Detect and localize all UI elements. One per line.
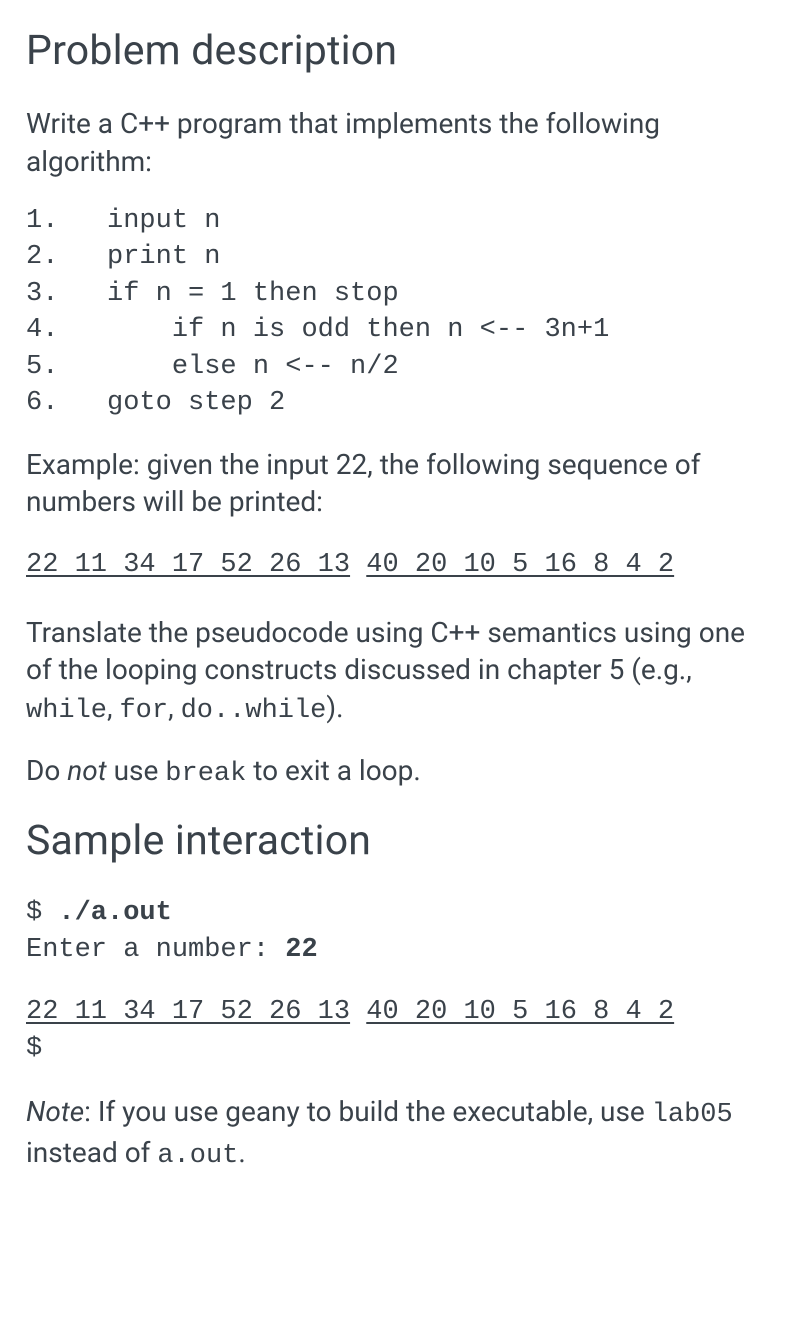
note-lab05: lab05: [652, 1100, 733, 1130]
sep-2: ,: [168, 691, 180, 724]
translate-text-a: Translate the pseudocode using C++ seman…: [26, 616, 745, 687]
example-lead: Example: given the input 22, the followi…: [26, 446, 777, 522]
sample-line-1: $ ./a.out: [26, 895, 777, 931]
donot-a: Do: [26, 754, 67, 787]
note-label: Note: [26, 1095, 84, 1128]
donot-not: not: [67, 754, 106, 787]
sample-seq-b[interactable]: 40 20 10 5 16 8 4 2: [366, 997, 674, 1027]
algorithm-pseudocode: 1. input n 2. print n 3. if n = 1 then s…: [26, 203, 777, 422]
enter-number-label: Enter a number:: [26, 935, 285, 965]
translate-paragraph: Translate the pseudocode using C++ seman…: [26, 614, 777, 730]
sample-seq-a[interactable]: 22 11 34 17 52 26 13: [26, 997, 350, 1027]
translate-text-b: ).: [326, 691, 343, 724]
entered-number: 22: [285, 935, 317, 965]
keyword-while: while: [26, 696, 107, 726]
do-not-break-paragraph: Do not use break to exit a loop.: [26, 752, 777, 792]
sample-line-3: 22 11 34 17 52 26 13 40 20 10 5 16 8 4 2: [26, 994, 777, 1030]
note-paragraph: Note: If you use geany to build the exec…: [26, 1093, 777, 1174]
sequence-part-a[interactable]: 22 11 34 17 52 26 13: [26, 550, 350, 580]
note-b: instead of: [26, 1136, 157, 1169]
donot-c: to exit a loop.: [246, 754, 420, 787]
problem-description-heading: Problem description: [26, 24, 777, 79]
sample-interaction-block: $ ./a.out Enter a number: 22 22 11 34 17…: [26, 895, 777, 1067]
note-c: .: [238, 1136, 245, 1169]
note-a: : If you use geany to build the executab…: [84, 1095, 652, 1128]
sequence-part-b[interactable]: 40 20 10 5 16 8 4 2: [366, 550, 674, 580]
prompt-1: $: [26, 898, 58, 928]
note-aout: a.out: [157, 1141, 238, 1171]
command-aout: ./a.out: [58, 898, 171, 928]
sep-1: ,: [107, 691, 119, 724]
intro-paragraph: Write a C++ program that implements the …: [26, 105, 777, 181]
sample-line-2: Enter a number: 22: [26, 932, 777, 968]
sample-line-4: $: [26, 1031, 777, 1067]
sample-interaction-heading: Sample interaction: [26, 814, 777, 869]
donot-b: use: [107, 754, 166, 787]
keyword-dowhile: do..while: [181, 696, 327, 726]
example-sequence: 22 11 34 17 52 26 13 40 20 10 5 16 8 4 2: [26, 543, 777, 583]
keyword-break: break: [165, 759, 246, 789]
keyword-for: for: [119, 696, 168, 726]
